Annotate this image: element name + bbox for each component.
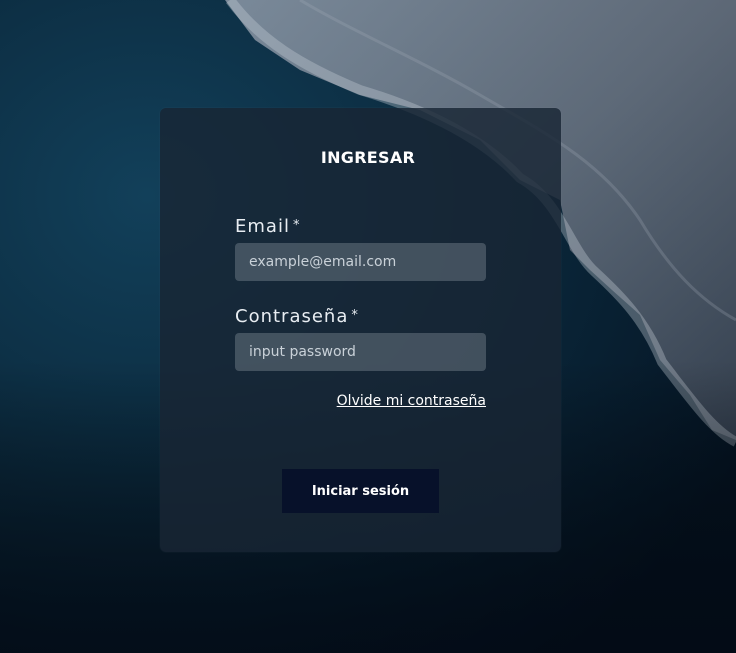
password-label-text: Contraseña xyxy=(235,306,349,327)
email-label-text: Email xyxy=(235,216,290,237)
password-input[interactable] xyxy=(235,333,486,371)
password-required-mark: * xyxy=(351,308,359,323)
email-input[interactable] xyxy=(235,243,486,281)
page-title: INGRESAR xyxy=(320,148,416,167)
password-label: Contraseña * xyxy=(235,306,359,327)
email-label: Email * xyxy=(235,216,300,237)
email-required-mark: * xyxy=(292,218,301,233)
login-button[interactable]: Iniciar sesión xyxy=(282,469,439,513)
forgot-password-link[interactable]: Olvide mi contraseña xyxy=(300,393,486,409)
